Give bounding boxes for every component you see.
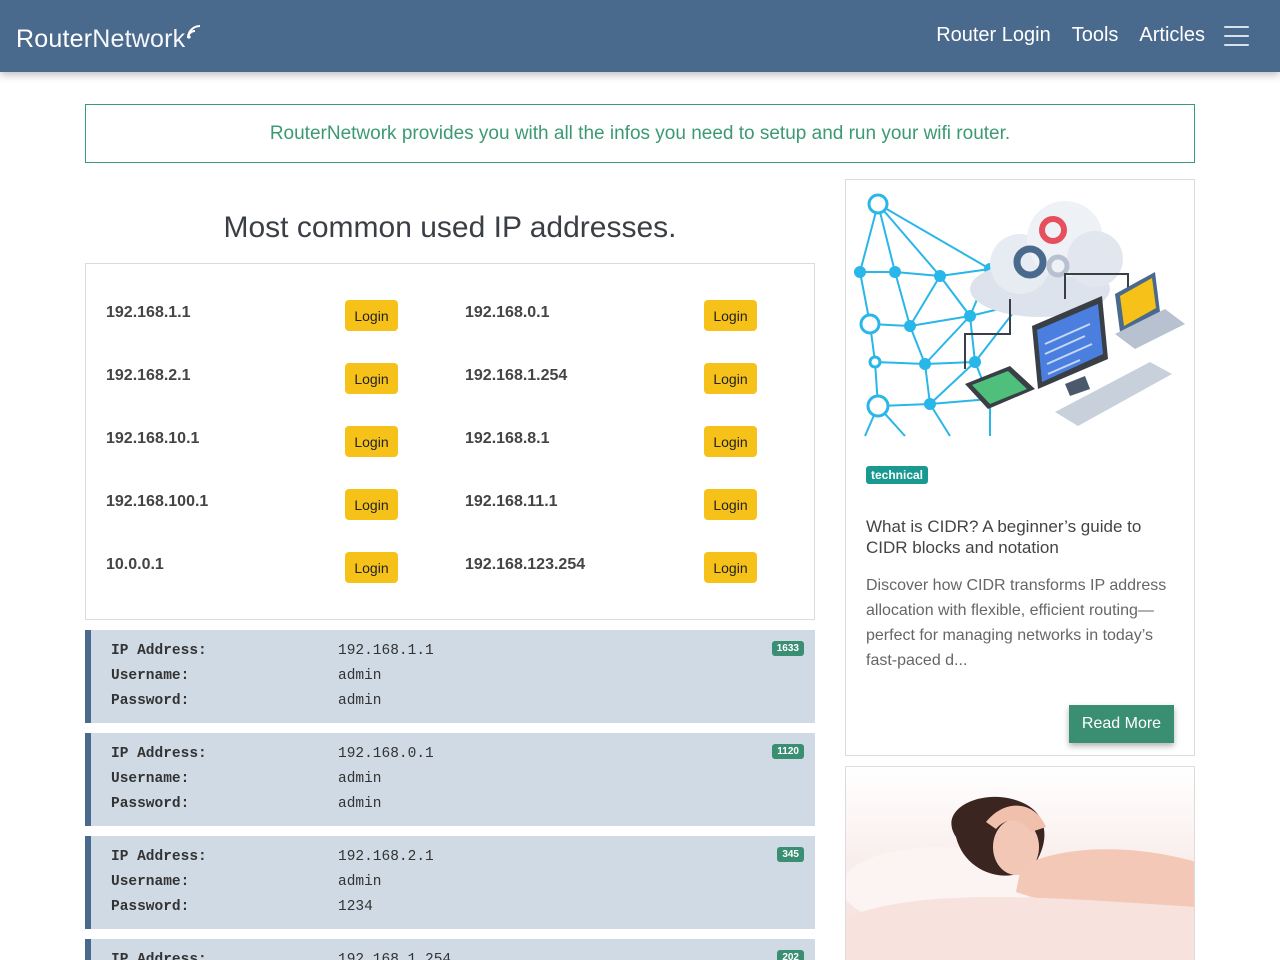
login-button[interactable]: Login: [345, 552, 398, 583]
password-key: Password:: [111, 899, 190, 915]
network-illustration: [854, 193, 1185, 437]
credential-card[interactable]: IP Address: 192.168.2.1 Username: admin Pa…: [85, 836, 815, 929]
read-more-button[interactable]: Read More: [1069, 705, 1174, 743]
article-title[interactable]: What is CIDR? A beginner’s guide to CIDR…: [866, 516, 1176, 558]
count-badge: 202: [777, 950, 804, 960]
password-key: Password:: [111, 693, 190, 709]
hamburger-menu-icon[interactable]: [1224, 26, 1249, 46]
ip-label[interactable]: 192.168.1.1: [106, 304, 191, 322]
ip-label[interactable]: 192.168.100.1: [106, 493, 208, 511]
ip-value: 192.168.1.1: [338, 643, 434, 659]
username-value: admin: [338, 771, 382, 787]
username-key: Username:: [111, 668, 190, 684]
brand-logo[interactable]: Router Network: [16, 22, 202, 54]
article-card: technical What is CIDR? A beginner’s gui…: [845, 179, 1195, 756]
login-button[interactable]: Login: [345, 300, 398, 331]
ip-label[interactable]: 192.168.11.1: [465, 493, 558, 511]
count-badge: 1120: [772, 744, 804, 759]
username-value: admin: [338, 668, 382, 684]
username-value: admin: [338, 874, 382, 890]
credential-card[interactable]: IP Address: 192.168.0.1 Username: admin Pa…: [85, 733, 815, 826]
intro-banner: RouterNetwork provides you with all the …: [85, 104, 1195, 163]
ip-address-grid: 192.168.1.1 Login 192.168.0.1 Login 192.…: [85, 263, 815, 620]
ip-key: IP Address:: [111, 952, 207, 960]
ip-value: 192.168.0.1: [338, 746, 434, 762]
password-value: admin: [338, 796, 382, 812]
ip-label[interactable]: 192.168.2.1: [106, 367, 191, 385]
section-title: Most common used IP addresses.: [223, 211, 677, 244]
sleeping-woman-image: [846, 767, 1194, 960]
nav-router-login[interactable]: Router Login: [936, 24, 1051, 47]
password-value: admin: [338, 693, 382, 709]
nav-tools[interactable]: Tools: [1072, 24, 1119, 47]
ip-value: 192.168.2.1: [338, 849, 434, 865]
nav-articles[interactable]: Articles: [1139, 24, 1205, 47]
login-button[interactable]: Login: [704, 489, 757, 520]
username-key: Username:: [111, 771, 190, 787]
password-value: 1234: [338, 899, 373, 915]
login-button[interactable]: Login: [704, 426, 757, 457]
login-button[interactable]: Login: [704, 300, 757, 331]
ip-label[interactable]: 192.168.10.1: [106, 430, 199, 448]
ip-value: 192.168.1.254: [338, 952, 452, 960]
article-tag[interactable]: technical: [866, 466, 929, 484]
password-key: Password:: [111, 796, 190, 812]
username-key: Username:: [111, 874, 190, 890]
top-navbar: Router Network Router Login Tools Article…: [0, 0, 1280, 72]
article-card-2[interactable]: [845, 766, 1195, 960]
login-button[interactable]: Login: [704, 552, 757, 583]
article-excerpt: Discover how CIDR transforms IP address …: [866, 577, 1167, 669]
login-button[interactable]: Login: [345, 426, 398, 457]
ip-label[interactable]: 192.168.1.254: [465, 367, 567, 385]
nav-links: Router Login Tools Articles: [936, 24, 1205, 47]
login-button[interactable]: Login: [345, 489, 398, 520]
count-badge: 345: [777, 847, 804, 862]
login-button[interactable]: Login: [345, 363, 398, 394]
ip-label[interactable]: 192.168.123.254: [465, 556, 585, 574]
login-button[interactable]: Login: [704, 363, 757, 394]
count-badge: 1633: [771, 641, 804, 656]
ip-key: IP Address:: [111, 849, 207, 865]
intro-text: RouterNetwork provides you with all the …: [269, 122, 1011, 144]
ip-label[interactable]: 192.168.8.1: [465, 430, 550, 448]
ip-key: IP Address:: [111, 746, 207, 762]
credential-card[interactable]: IP Address: 192.168.1.1 Username: admin Pa…: [85, 630, 815, 723]
ip-label[interactable]: 192.168.0.1: [465, 304, 550, 322]
credential-card[interactable]: IP Address: 192.168.1.254 202: [85, 939, 815, 960]
ip-key: IP Address:: [111, 643, 207, 659]
brand-text-network: Network: [92, 25, 186, 53]
article-image[interactable]: [850, 184, 1190, 440]
brand-text-router: Router: [16, 25, 93, 53]
ip-label[interactable]: 10.0.0.1: [106, 556, 164, 574]
wifi-signal-icon: [187, 25, 201, 39]
